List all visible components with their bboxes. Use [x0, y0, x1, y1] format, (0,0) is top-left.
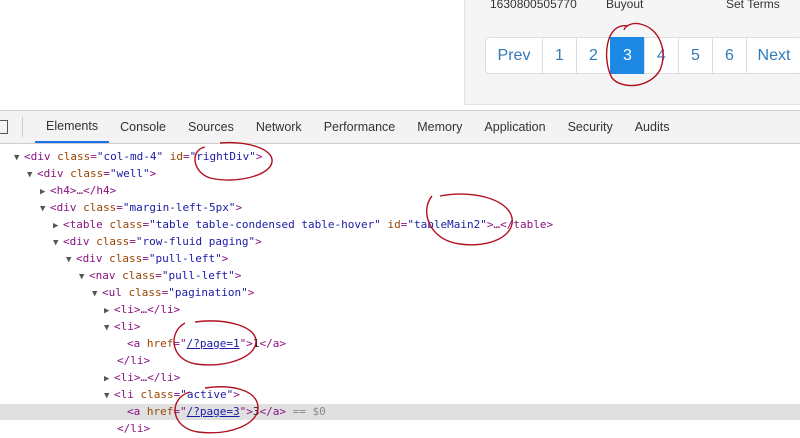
tab-security[interactable]: Security: [557, 111, 624, 143]
dom-node-li[interactable]: ▶ <li>…</li>: [0, 302, 800, 318]
collapse-triangle-icon[interactable]: ▶: [40, 184, 50, 200]
expand-triangle-icon[interactable]: ▼: [79, 269, 89, 285]
dom-node-a-page3-selected[interactable]: <a href="/?page=3">3</a> == $0: [0, 404, 800, 420]
tab-network[interactable]: Network: [245, 111, 313, 143]
expand-triangle-icon[interactable]: ▼: [53, 235, 63, 251]
tab-console[interactable]: Console: [109, 111, 177, 143]
dom-node-pull-left-div[interactable]: ▼ <div class="pull-left">: [0, 251, 800, 267]
dom-node-paging[interactable]: ▼ <div class="row-fluid paging">: [0, 234, 800, 250]
expand-triangle-icon[interactable]: ▼: [92, 286, 102, 302]
dom-node-table[interactable]: ▶ <table class="table table-condensed tab…: [0, 217, 800, 233]
collapse-triangle-icon[interactable]: ▶: [104, 371, 114, 387]
pagination-page-6[interactable]: 6: [712, 37, 747, 74]
dom-node-h4[interactable]: ▶ <h4>…</h4>: [0, 183, 800, 199]
dom-node-li[interactable]: ▶ <li>…</li>: [0, 370, 800, 386]
dom-node-li[interactable]: ▼ <li>: [0, 319, 800, 335]
pagination: Prev 1 2 3 4 5 6 Next: [485, 37, 800, 74]
pagination-page-2[interactable]: 2: [576, 37, 611, 74]
expand-triangle-icon[interactable]: ▼: [40, 201, 50, 217]
dom-node-li-active[interactable]: ▼ <li class="active">: [0, 387, 800, 403]
collapse-triangle-icon[interactable]: ▶: [53, 218, 63, 234]
tab-elements[interactable]: Elements: [35, 111, 110, 143]
dom-node-rightdiv[interactable]: ▼ <div class="col-md-4" id="rightDiv">: [0, 149, 800, 165]
dom-node-nav[interactable]: ▼ <nav class="pull-left">: [0, 268, 800, 284]
dom-node-well[interactable]: ▼ <div class="well">: [0, 166, 800, 182]
collapse-triangle-icon[interactable]: ▶: [104, 303, 114, 319]
tab-performance[interactable]: Performance: [313, 111, 407, 143]
dom-node-li-close[interactable]: </li>: [0, 421, 800, 437]
web-page: 1630800505770 Buyout Set Terms Prev 1 2 …: [0, 0, 800, 110]
table-cell-type: Buyout: [606, 0, 644, 11]
dom-node-margin-left[interactable]: ▼ <div class="margin-left-5px">: [0, 200, 800, 216]
dom-node-a-page1[interactable]: <a href="/?page=1">1</a>: [0, 336, 800, 352]
tab-memory[interactable]: Memory: [406, 111, 473, 143]
expand-triangle-icon[interactable]: ▼: [104, 388, 114, 404]
pagination-page-1[interactable]: 1: [542, 37, 577, 74]
href-link[interactable]: /?page=3: [187, 405, 240, 418]
tab-application[interactable]: Application: [473, 111, 556, 143]
table-cell-action[interactable]: Set Terms: [726, 0, 780, 11]
expand-triangle-icon[interactable]: ▼: [27, 167, 37, 183]
pagination-page-5[interactable]: 5: [678, 37, 713, 74]
dock-side-icon[interactable]: [0, 120, 8, 134]
expand-triangle-icon[interactable]: ▼: [66, 252, 76, 268]
dom-tree: ▼ <div class="col-md-4" id="rightDiv"> ▼ <…: [0, 144, 800, 438]
devtools-tabbar: Elements Console Sources Network Perform…: [0, 111, 800, 144]
pagination-prev[interactable]: Prev: [485, 37, 543, 74]
dom-node-li-close[interactable]: </li>: [0, 353, 800, 369]
devtools-panel: Elements Console Sources Network Perform…: [0, 110, 800, 438]
expand-triangle-icon[interactable]: ▼: [104, 320, 114, 336]
dom-node-ul[interactable]: ▼ <ul class="pagination">: [0, 285, 800, 301]
table-cell-id: 1630800505770: [490, 0, 577, 11]
pagination-page-4[interactable]: 4: [644, 37, 679, 74]
tabbar-divider: [22, 117, 23, 137]
pagination-page-3-active[interactable]: 3: [610, 37, 645, 74]
pagination-next[interactable]: Next: [746, 37, 800, 74]
expand-triangle-icon[interactable]: ▼: [14, 150, 24, 166]
tab-sources[interactable]: Sources: [177, 111, 245, 143]
href-link[interactable]: /?page=1: [187, 337, 240, 350]
tab-audits[interactable]: Audits: [624, 111, 681, 143]
